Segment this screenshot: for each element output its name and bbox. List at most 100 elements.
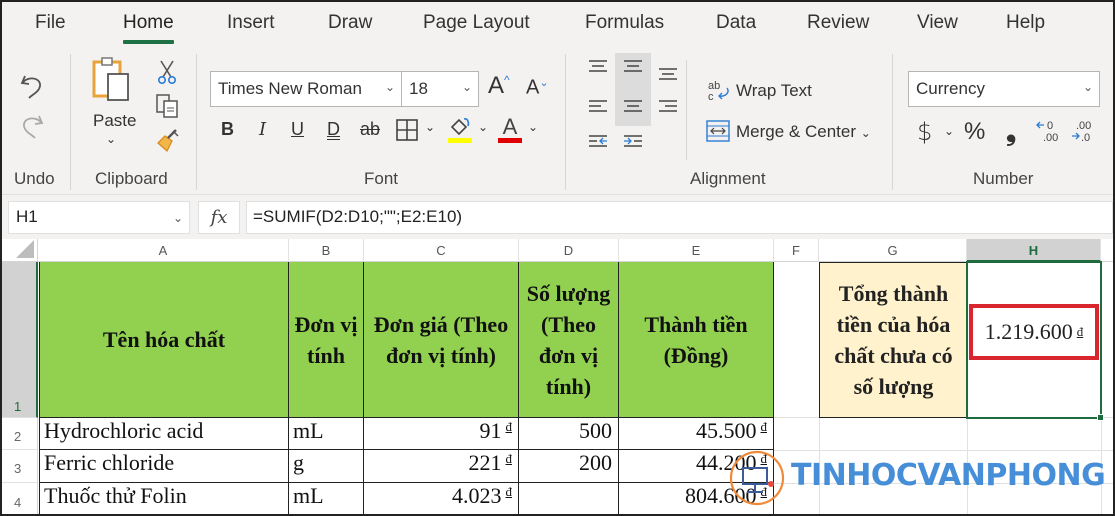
align-center-icon[interactable]: [621, 96, 645, 118]
row-header-2[interactable]: 2: [2, 418, 38, 450]
number-format-value: Currency: [916, 79, 985, 98]
fill-handle[interactable]: [1097, 414, 1104, 421]
tab-insert[interactable]: Insert: [227, 12, 275, 34]
tab-page-layout[interactable]: Page Layout: [423, 12, 530, 34]
tab-review[interactable]: Review: [807, 12, 869, 34]
currency-format-button[interactable]: $: [917, 118, 932, 146]
tab-view[interactable]: View: [917, 12, 958, 34]
font-name-dropdown[interactable]: Times New Roman ⌄: [210, 71, 402, 107]
column-header-f[interactable]: F: [774, 239, 819, 262]
align-bottom-icon[interactable]: [656, 64, 680, 86]
tab-draw[interactable]: Draw: [328, 12, 372, 34]
cell-b2[interactable]: mL: [289, 418, 364, 450]
align-middle-icon[interactable]: [621, 56, 645, 78]
cell-a4[interactable]: Thuốc thử Folin: [39, 483, 289, 514]
formula-input[interactable]: =SUMIF(D2:D10;"";E2:E10): [246, 201, 1113, 234]
fill-color-icon[interactable]: [446, 114, 474, 144]
scissors-icon[interactable]: [154, 58, 180, 86]
row-header-3[interactable]: 3: [2, 450, 38, 483]
cell-b3[interactable]: g: [289, 450, 364, 483]
row-header-1[interactable]: 1: [2, 262, 38, 418]
cell-c1[interactable]: Đơn giá (Theo đơn vị tính): [364, 262, 519, 418]
grow-font-button[interactable]: A^: [488, 72, 510, 100]
tab-home[interactable]: Home: [123, 12, 174, 44]
chevron-down-icon: ⌄: [172, 211, 183, 225]
separator: [892, 54, 893, 190]
separator: [686, 60, 687, 160]
tab-help[interactable]: Help: [1006, 12, 1045, 34]
increase-indent-icon[interactable]: [621, 131, 645, 153]
align-top-icon[interactable]: [586, 56, 610, 78]
chevron-down-icon[interactable]: ⌄: [944, 124, 954, 138]
double-underline-button[interactable]: D: [327, 119, 340, 140]
cell-a1[interactable]: Tên hóa chất: [39, 262, 289, 418]
cell-e1[interactable]: Thành tiền (Đồng): [619, 262, 774, 418]
redo-icon[interactable]: [16, 110, 48, 142]
column-header-a[interactable]: A: [38, 239, 289, 262]
align-left-icon[interactable]: [586, 96, 610, 118]
shrink-font-button[interactable]: A⌄: [526, 76, 549, 100]
column-header-i[interactable]: [1101, 239, 1113, 262]
copy-icon[interactable]: [154, 92, 180, 120]
percent-style-button[interactable]: %: [964, 118, 985, 146]
cell-c3[interactable]: 221 đ: [364, 450, 519, 483]
select-all-button[interactable]: [2, 239, 38, 262]
column-header-e[interactable]: E: [619, 239, 774, 262]
decrease-decimal-icon[interactable]: .00.0: [1070, 118, 1098, 144]
decrease-indent-icon[interactable]: [586, 131, 610, 153]
italic-button[interactable]: I: [259, 119, 266, 140]
cell-a2[interactable]: Hydrochloric acid: [39, 418, 289, 450]
column-header-c[interactable]: C: [364, 239, 519, 262]
cell-d4[interactable]: [519, 483, 619, 514]
column-header-h[interactable]: H: [967, 239, 1101, 262]
separator: [196, 54, 197, 190]
font-color-icon[interactable]: A: [496, 114, 524, 144]
comma-style-button[interactable]: ❟: [1006, 116, 1016, 148]
tab-file[interactable]: File: [35, 12, 66, 34]
paste-button[interactable]: Paste: [93, 111, 136, 131]
cell-e2[interactable]: 45.500 đ: [619, 418, 774, 450]
chevron-down-icon[interactable]: ⌄: [528, 120, 538, 134]
svg-text:0: 0: [1047, 120, 1053, 132]
format-painter-icon[interactable]: [154, 126, 182, 154]
bold-button[interactable]: B: [221, 119, 234, 140]
cell-c2[interactable]: 91 đ: [364, 418, 519, 450]
cell-b1[interactable]: Đơn vị tính: [289, 262, 364, 418]
font-size-value: 18: [409, 79, 428, 98]
merge-center-icon[interactable]: [705, 119, 731, 143]
chevron-down-icon[interactable]: ⌄: [425, 120, 435, 134]
undo-icon[interactable]: [16, 70, 48, 102]
cell-a3[interactable]: Ferric chloride: [39, 450, 289, 483]
align-right-icon[interactable]: [656, 96, 680, 118]
row-header-4[interactable]: 4: [2, 483, 38, 514]
cell-c4[interactable]: 4.023 đ: [364, 483, 519, 514]
chevron-down-icon: ⌄: [1082, 80, 1093, 94]
font-size-dropdown[interactable]: 18 ⌄: [401, 71, 479, 107]
strikethrough-button[interactable]: ab: [360, 119, 380, 140]
chevron-down-icon[interactable]: ⌄: [478, 120, 488, 134]
column-header-b[interactable]: B: [289, 239, 364, 262]
borders-icon[interactable]: [395, 118, 419, 142]
tab-data[interactable]: Data: [716, 12, 756, 34]
cell-d2[interactable]: 500: [519, 418, 619, 450]
cell-h1-value[interactable]: 1.219.600 đ: [969, 304, 1099, 360]
wrap-text-button[interactable]: Wrap Text: [736, 81, 812, 101]
paste-chevron-icon[interactable]: ⌄: [106, 132, 116, 146]
underline-button[interactable]: U: [291, 119, 304, 140]
increase-decimal-icon[interactable]: 0.00: [1035, 118, 1063, 144]
insert-function-button[interactable]: fx: [198, 201, 240, 234]
ribbon-tabs: File Home Insert Draw Page Layout Formul…: [2, 2, 1113, 46]
number-format-dropdown[interactable]: Currency ⌄: [908, 71, 1100, 107]
paste-icon[interactable]: [90, 56, 134, 106]
column-header-d[interactable]: D: [519, 239, 619, 262]
cell-d1[interactable]: Số lượng (Theo đơn vị tính): [519, 262, 619, 418]
group-label-alignment: Alignment: [690, 169, 766, 188]
tab-formulas[interactable]: Formulas: [585, 12, 664, 34]
merge-center-button[interactable]: Merge & Center ⌄: [736, 122, 871, 142]
cell-g1-summary-label[interactable]: Tổng thành tiền của hóa chất chưa có số …: [819, 262, 968, 418]
name-box[interactable]: H1 ⌄: [8, 201, 190, 234]
wrap-text-icon[interactable]: ab c: [706, 78, 732, 102]
cell-d3[interactable]: 200: [519, 450, 619, 483]
column-header-g[interactable]: G: [819, 239, 967, 262]
cell-b4[interactable]: mL: [289, 483, 364, 514]
